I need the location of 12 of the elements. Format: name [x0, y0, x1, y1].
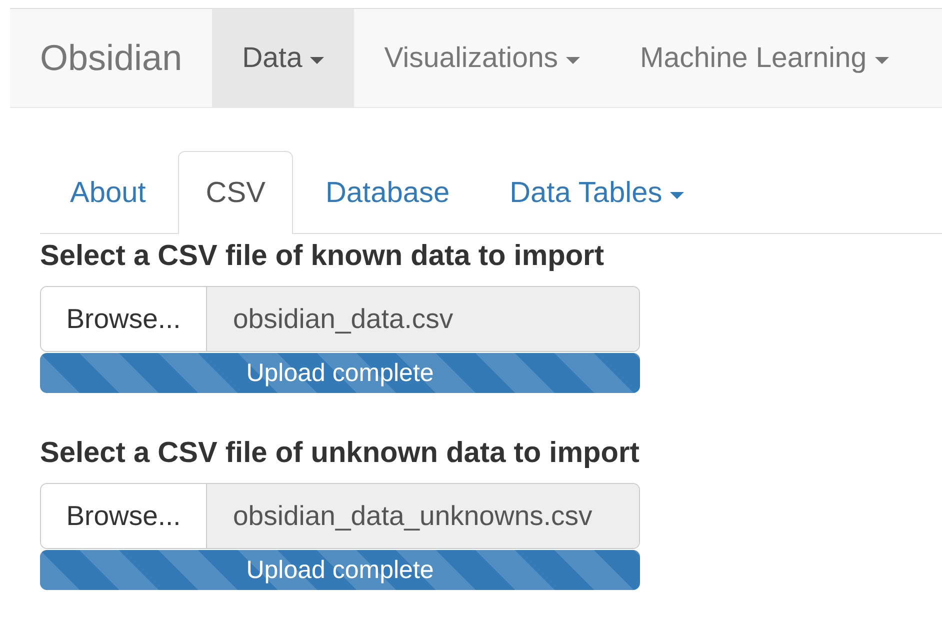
tab[interactable]: Data Tables	[482, 151, 712, 234]
nav-menu-item[interactable]: Data	[212, 9, 354, 107]
field-label: Select a CSV file of unknown data to import	[40, 436, 640, 471]
tab[interactable]: Database	[297, 151, 478, 234]
tab[interactable]: CSV	[178, 151, 294, 234]
brand-title[interactable]: Obsidian	[10, 9, 212, 107]
nav-menu-item[interactable]: Machine Learning	[610, 9, 919, 107]
field-label: Select a CSV file of known data to import	[40, 239, 605, 274]
tab[interactable]: About	[42, 151, 174, 234]
nav-menu-item[interactable]: Visualizations	[354, 9, 610, 107]
progress-text: Upload complete	[245, 358, 435, 389]
progress-text: Upload complete	[245, 555, 435, 586]
